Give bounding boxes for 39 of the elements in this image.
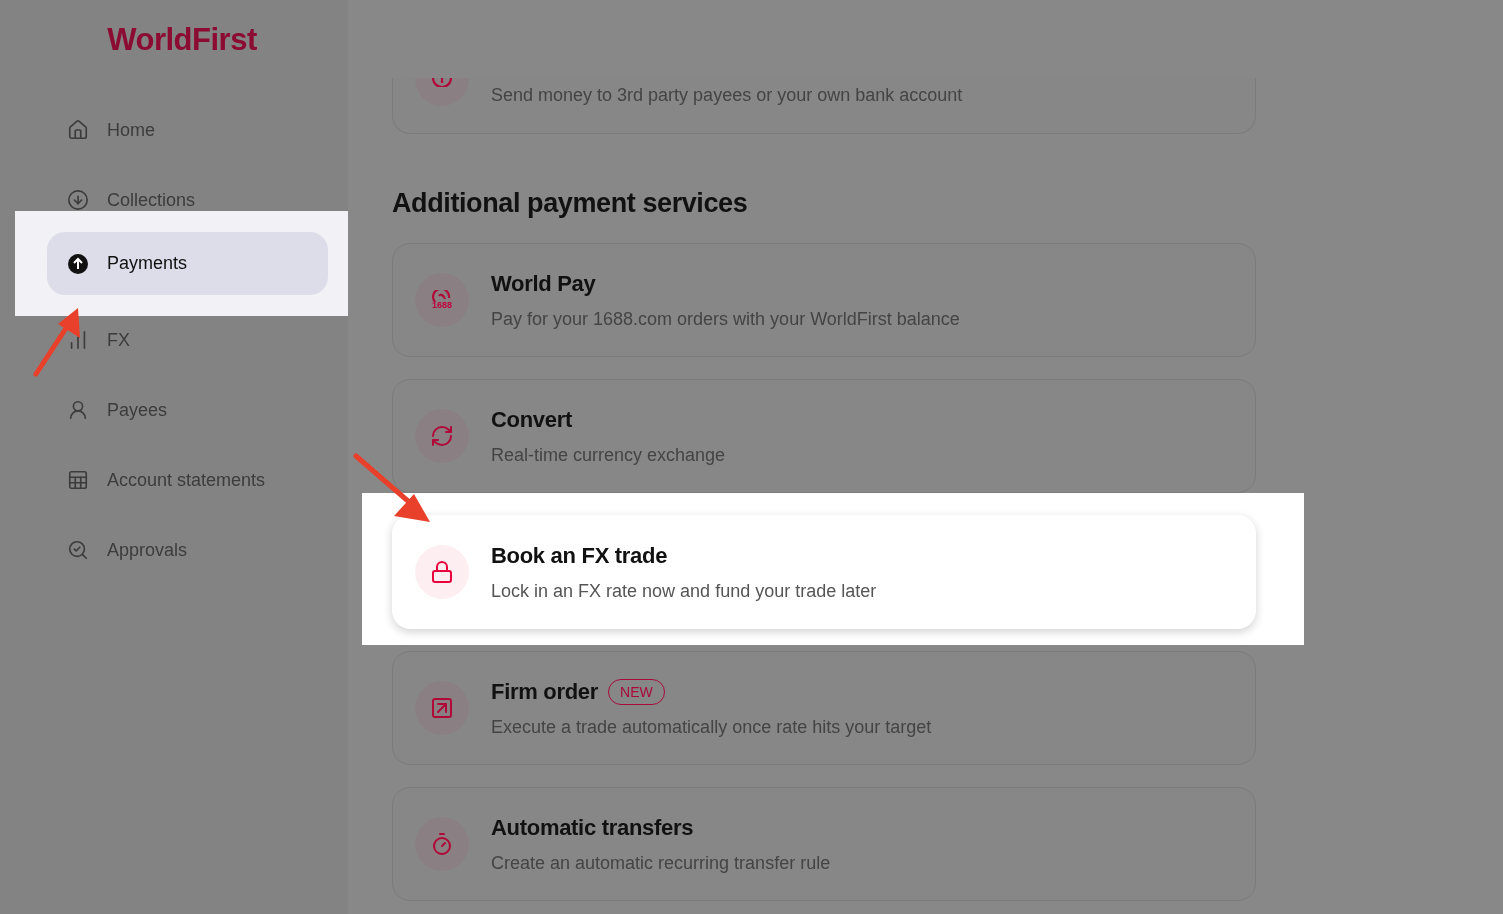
service-description: Pay for your 1688.com orders with your WorldFirst balance — [491, 308, 960, 330]
refresh-icon — [430, 424, 454, 448]
section-heading: Additional payment services — [392, 188, 749, 219]
upload-circle-icon — [67, 252, 89, 275]
lock-icon — [430, 560, 454, 584]
service-card[interactable]: Automatic transfers Create an automatic recurring transfer rule — [392, 787, 1256, 901]
logo: WorldFirst — [106, 21, 258, 59]
icon-label: 1688 — [432, 301, 452, 310]
service-description: Create an automatic recurring transfer rule — [491, 852, 831, 874]
service-card[interactable]: 1688 World Pay Pay for your 1688.com orders with your WorldFirst balance — [392, 243, 1256, 357]
service-description: Send money to 3rd party payees or your own bank account — [491, 84, 963, 106]
timer-icon — [430, 832, 454, 856]
service-title: Automatic transfers — [491, 814, 694, 841]
search-check-icon — [67, 539, 89, 561]
service-card[interactable]: Convert Real-time currency exchange — [392, 379, 1256, 493]
service-description: Execute a trade automatically once rate hits your target — [491, 716, 932, 738]
service-description: Lock in an FX rate now and fund your trade later — [491, 580, 877, 602]
service-title: Firm order — [491, 678, 599, 705]
table-icon — [67, 469, 89, 491]
home-icon — [67, 119, 89, 141]
download-circle-icon — [67, 189, 89, 211]
service-title: Convert — [491, 406, 573, 433]
service-title: World Pay — [491, 270, 596, 297]
nav-item[interactable]: Home — [47, 118, 348, 142]
service-card[interactable]: Book an FX trade Lock in an FX rate now and fund your trade later — [392, 515, 1256, 629]
service-description: Real-time currency exchange — [491, 444, 726, 466]
service-card[interactable]: Firm order NEW Execute a trade automatically once rate hits your target — [392, 651, 1256, 765]
chart-square-icon — [430, 696, 454, 720]
arc-icon — [432, 290, 452, 303]
nav-item[interactable]: Collections — [47, 188, 348, 212]
nav-item[interactable]: Approvals — [47, 538, 348, 562]
nav-item[interactable]: Account statements — [47, 468, 348, 492]
nav-item[interactable]: Payments — [47, 232, 328, 295]
nav-item[interactable]: FX — [47, 328, 348, 352]
person-icon — [67, 399, 89, 421]
nav-item[interactable]: Payees — [47, 398, 348, 422]
service-title: Book an FX trade — [491, 542, 668, 569]
service-card[interactable]: Send money to 3rd party payees or your own bank account — [392, 78, 1256, 134]
arc-icon — [432, 78, 452, 87]
